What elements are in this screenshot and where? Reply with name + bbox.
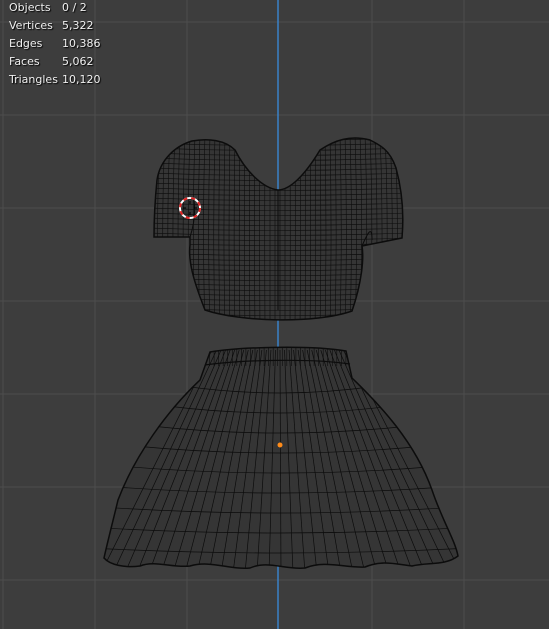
stat-label: Objects: [9, 1, 51, 14]
stat-label: Faces: [9, 55, 40, 68]
object-origin-point[interactable]: [277, 442, 283, 448]
stat-value: 5,322: [62, 19, 94, 32]
stat-faces: Faces 5,062: [9, 54, 101, 72]
scene-statistics-overlay: Objects 0 / 2 Vertices 5,322 Edges 10,386 F…: [9, 0, 101, 90]
stat-value: 5,062: [62, 55, 94, 68]
stat-triangles: Triangles 10,120: [9, 72, 101, 90]
stat-edges: Edges 10,386: [9, 36, 101, 54]
stat-objects: Objects 0 / 2: [9, 0, 101, 18]
stat-label: Edges: [9, 37, 43, 50]
skirt-mesh[interactable]: [54, 346, 505, 575]
3d-viewport[interactable]: Objects 0 / 2 Vertices 5,322 Edges 10,386 F…: [0, 0, 549, 629]
stat-value: 10,386: [62, 37, 101, 50]
stat-label: Triangles: [9, 73, 58, 86]
viewport-scene[interactable]: [0, 0, 549, 629]
stat-label: Vertices: [9, 19, 53, 32]
stat-vertices: Vertices 5,322: [9, 18, 101, 36]
stat-value: 10,120: [62, 73, 101, 86]
stat-value: 0 / 2: [62, 1, 87, 14]
